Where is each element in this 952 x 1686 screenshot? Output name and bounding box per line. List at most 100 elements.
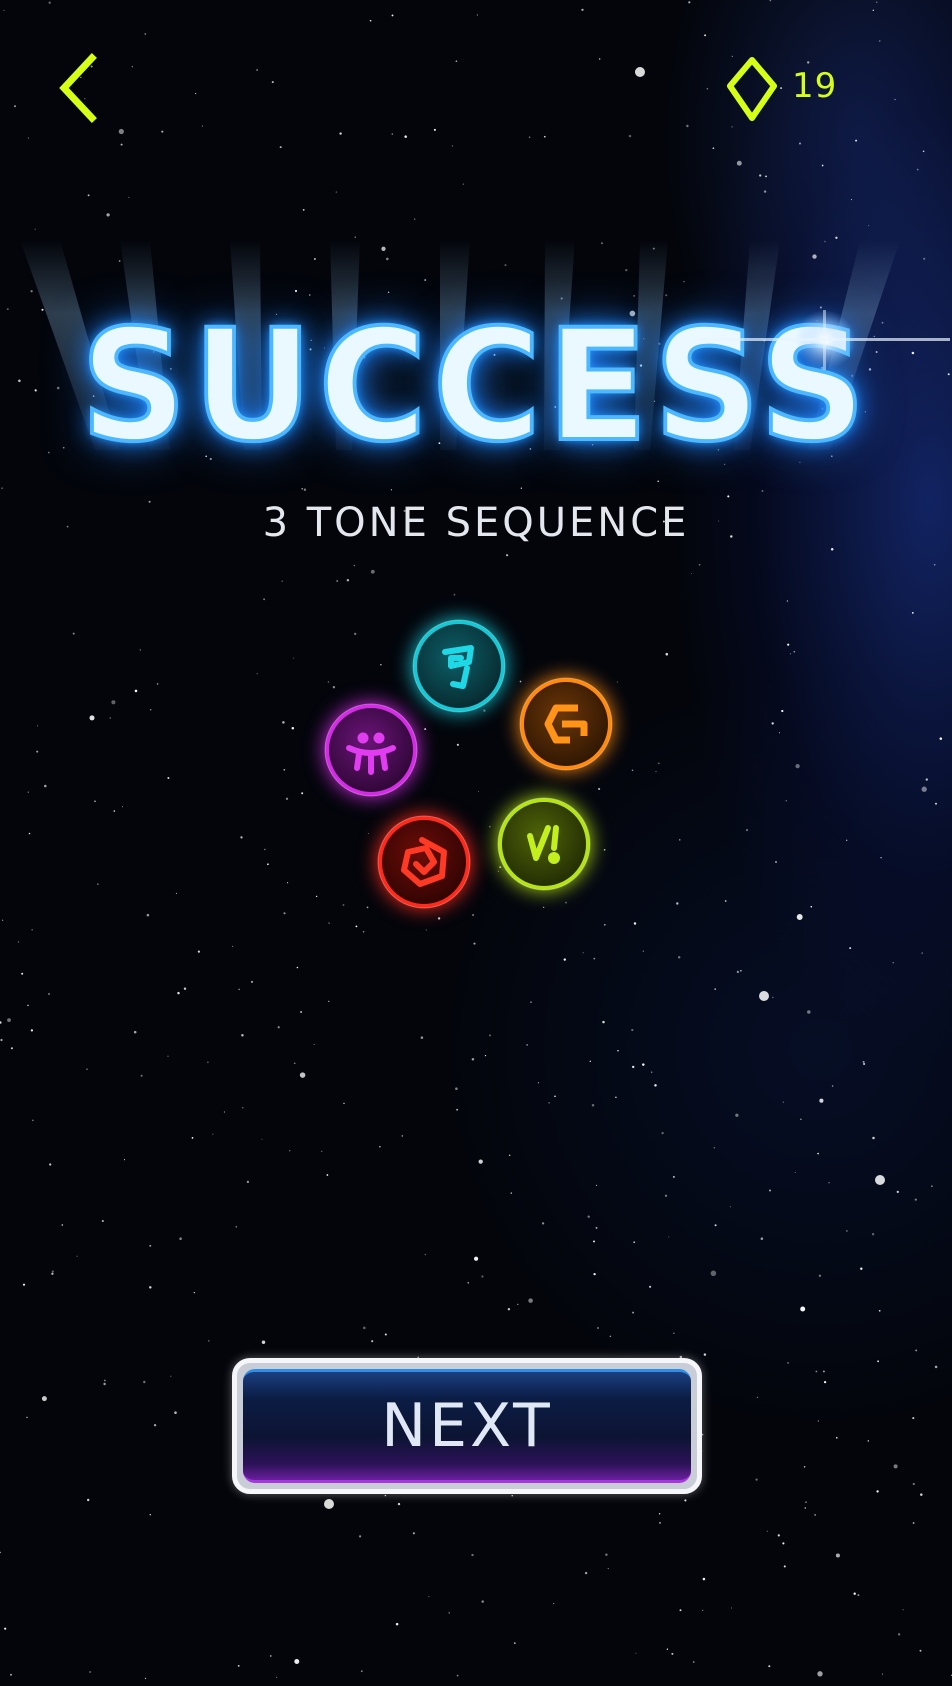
star: [289, 1150, 291, 1152]
star: [488, 1034, 492, 1037]
tone-orb-cyan[interactable]: [411, 618, 507, 714]
star: [916, 168, 919, 171]
star: [868, 225, 870, 227]
star: [631, 769, 634, 772]
star: [817, 1671, 823, 1677]
star: [712, 147, 715, 150]
star: [241, 1033, 244, 1037]
star: [425, 929, 427, 931]
next-button[interactable]: NEXT: [232, 1358, 702, 1494]
star: [607, 1568, 609, 1570]
next-button-label: NEXT: [381, 1391, 553, 1461]
star: [755, 1478, 758, 1481]
star: [783, 1565, 786, 1568]
star: [892, 962, 894, 964]
star: [782, 1101, 785, 1103]
star: [589, 1060, 591, 1062]
star: [26, 1416, 28, 1419]
star: [144, 33, 147, 35]
star: [853, 1592, 856, 1595]
star: [735, 1113, 739, 1117]
star: [507, 1308, 511, 1311]
star: [800, 1118, 802, 1121]
tone-orb-orange[interactable]: [518, 676, 614, 772]
star: [27, 1004, 29, 1007]
star: [686, 124, 689, 128]
star: [541, 1222, 545, 1225]
star: [0, 1551, 1, 1554]
star: [875, 1, 878, 4]
back-button[interactable]: [52, 50, 112, 130]
star: [343, 1102, 345, 1105]
star: [473, 1256, 479, 1261]
star: [786, 600, 789, 602]
star: [379, 1145, 381, 1148]
star: [263, 598, 266, 601]
star: [420, 1036, 424, 1039]
star: [478, 1159, 483, 1164]
star: [563, 958, 566, 961]
star: [818, 1274, 822, 1277]
star: [478, 791, 479, 793]
star: [256, 69, 258, 71]
star: [863, 1062, 866, 1066]
star: [684, 1499, 687, 1502]
star: [596, 1327, 599, 1329]
star: [276, 1676, 278, 1678]
star: [862, 1060, 865, 1063]
star: [139, 649, 142, 651]
star: [673, 1332, 675, 1334]
star: [668, 1236, 670, 1238]
star: [296, 966, 299, 969]
star: [97, 883, 99, 885]
star: [506, 554, 509, 557]
star: [328, 922, 330, 924]
star: [805, 1501, 807, 1503]
star: [642, 950, 644, 952]
star: [642, 1063, 645, 1066]
star: [76, 1255, 78, 1257]
star: [471, 1553, 474, 1557]
star: [201, 125, 203, 127]
star: [902, 1609, 904, 1611]
star: [659, 1522, 661, 1524]
star: [467, 1281, 470, 1284]
star: [455, 60, 458, 63]
star: [362, 930, 365, 933]
star: [769, 0, 772, 2]
tone-orb-green[interactable]: [496, 796, 592, 892]
star: [118, 128, 124, 135]
star: [803, 1466, 806, 1468]
star: [391, 14, 394, 17]
star: [366, 906, 369, 909]
star: [48, 993, 50, 995]
star: [267, 863, 269, 866]
star: [821, 164, 824, 167]
star: [800, 1306, 806, 1312]
star: [256, 673, 258, 675]
star: [925, 778, 928, 781]
star: [817, 1420, 819, 1422]
star: [300, 1010, 303, 1014]
star: [326, 1174, 329, 1176]
star: [771, 722, 774, 725]
star: [131, 66, 133, 68]
star: [939, 737, 943, 740]
star: [911, 612, 914, 614]
star: [850, 199, 852, 201]
tone-orb-purple[interactable]: [323, 702, 419, 798]
star: [471, 1057, 475, 1061]
star: [648, 1285, 652, 1288]
star: [448, 1612, 451, 1614]
star: [451, 145, 454, 147]
star: [401, 1135, 404, 1137]
star: [774, 860, 778, 864]
star: [799, 142, 801, 145]
star: [104, 1379, 106, 1382]
tone-orb-red[interactable]: [376, 814, 472, 910]
star: [688, 1, 691, 4]
star: [810, 905, 813, 908]
star: [21, 972, 24, 975]
star: [9, 1673, 13, 1676]
star: [61, 1224, 64, 1226]
